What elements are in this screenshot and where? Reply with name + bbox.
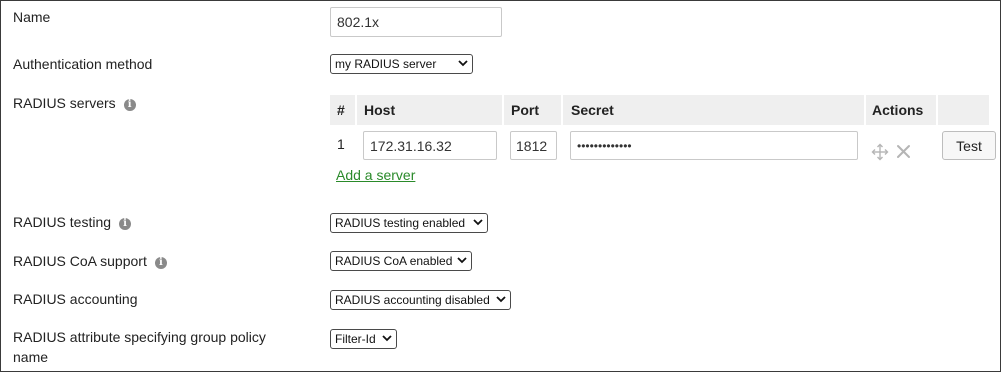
radius-testing-value: RADIUS testing enabled: [335, 216, 466, 230]
accounting-value: RADIUS accounting disabled: [335, 293, 490, 307]
row-number: 1: [337, 136, 345, 152]
col-divider: [502, 95, 504, 125]
port-value: 1812: [516, 137, 548, 154]
coa-label: RADIUS CoA support i: [13, 251, 167, 271]
col-divider: [936, 95, 938, 125]
close-icon[interactable]: [896, 144, 911, 159]
radius-servers-label-text: RADIUS servers: [13, 95, 116, 111]
info-icon[interactable]: i: [123, 99, 136, 111]
col-divider: [864, 95, 866, 125]
settings-panel: Name 802.1x Authentication method my RAD…: [0, 0, 1001, 372]
col-header-actions: Actions: [872, 102, 924, 118]
chevron-down-icon: [496, 296, 506, 303]
move-icon[interactable]: [871, 143, 889, 161]
chevron-down-icon: [458, 60, 468, 67]
test-button[interactable]: Test: [942, 131, 996, 160]
info-icon[interactable]: i: [119, 218, 132, 230]
radius-testing-select[interactable]: RADIUS testing enabled: [330, 213, 488, 233]
chevron-down-icon: [382, 335, 392, 342]
coa-label-text: RADIUS CoA support: [13, 253, 147, 269]
auth-method-select[interactable]: my RADIUS server: [330, 54, 473, 74]
col-divider: [355, 95, 357, 125]
secret-input[interactable]: •••••••••••••: [570, 131, 858, 160]
accounting-label: RADIUS accounting: [13, 291, 138, 307]
col-header-num: #: [337, 102, 345, 118]
radius-servers-label: RADIUS servers i: [13, 93, 136, 113]
radius-testing-label-text: RADIUS testing: [13, 214, 112, 230]
col-header-secret: Secret: [571, 102, 614, 118]
secret-value: •••••••••••••: [577, 138, 632, 153]
col-header-port: Port: [511, 102, 539, 118]
name-label: Name: [13, 9, 51, 25]
accounting-select[interactable]: RADIUS accounting disabled: [330, 290, 511, 310]
servers-table-header: # Host Port Secret Actions: [330, 95, 989, 125]
host-input[interactable]: 172.31.16.32: [363, 131, 497, 160]
group-policy-label-line1: RADIUS attribute specifying group policy: [13, 329, 266, 345]
coa-value: RADIUS CoA enabled: [335, 254, 453, 268]
group-policy-label: RADIUS attribute specifying group policy…: [13, 327, 266, 367]
radius-testing-label: RADIUS testing i: [13, 212, 132, 232]
chevron-down-icon: [457, 257, 467, 264]
col-header-host: Host: [364, 102, 396, 118]
name-field[interactable]: 802.1x: [330, 7, 502, 37]
group-policy-select[interactable]: Filter-Id: [330, 329, 397, 349]
auth-method-label: Authentication method: [13, 56, 153, 72]
auth-method-value: my RADIUS server: [335, 57, 437, 71]
host-value: 172.31.16.32: [370, 137, 452, 154]
coa-select[interactable]: RADIUS CoA enabled: [330, 251, 472, 271]
col-divider: [561, 95, 563, 125]
chevron-down-icon: [473, 219, 483, 226]
info-icon[interactable]: i: [154, 257, 167, 269]
group-policy-value: Filter-Id: [335, 332, 376, 346]
port-input[interactable]: 1812: [510, 131, 557, 160]
add-server-link[interactable]: Add a server: [336, 167, 415, 183]
name-value: 802.1x: [337, 14, 380, 30]
group-policy-label-line2: name: [13, 349, 49, 365]
